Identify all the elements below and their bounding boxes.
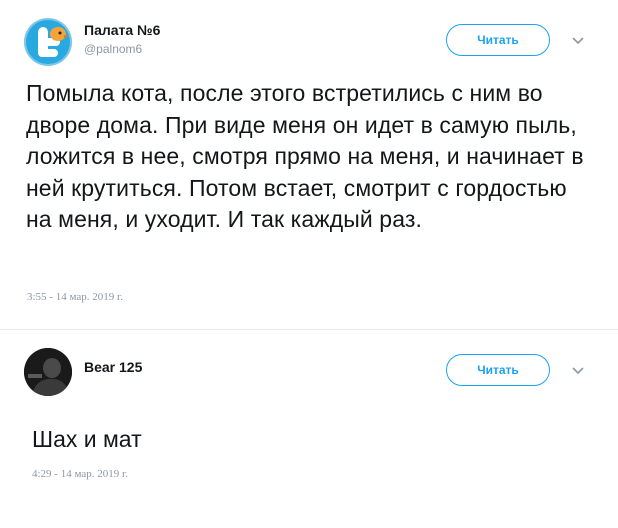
author-handle[interactable]: @palnom6 bbox=[84, 42, 142, 56]
tweet-text: Помыла кота, после этого встретились с н… bbox=[26, 80, 584, 232]
tweet: Bear 125 Читать Шах и мат 4:29 - 14 мар.… bbox=[0, 330, 618, 528]
dark-photo-avatar-icon bbox=[24, 348, 72, 396]
tweet-timestamp[interactable]: 3:55 - 14 мар. 2019 г. bbox=[27, 291, 123, 303]
author-name[interactable]: Bear 125 bbox=[84, 359, 142, 375]
tweet-timestamp[interactable]: 4:29 - 14 мар. 2019 г. bbox=[32, 468, 128, 480]
tweet-text: Шах и мат bbox=[32, 426, 142, 452]
avatar[interactable] bbox=[24, 18, 72, 66]
avatar[interactable] bbox=[24, 348, 72, 396]
twitter-bird-avatar-icon bbox=[24, 18, 72, 66]
tweet: Палата №6 @palnom6 Читать Помыла кота, п… bbox=[0, 0, 618, 330]
author-name[interactable]: Палата №6 bbox=[84, 22, 160, 38]
chevron-down-icon[interactable] bbox=[571, 36, 585, 46]
follow-button[interactable]: Читать bbox=[446, 354, 550, 386]
follow-button[interactable]: Читать bbox=[446, 24, 550, 56]
chevron-down-icon[interactable] bbox=[571, 366, 585, 376]
